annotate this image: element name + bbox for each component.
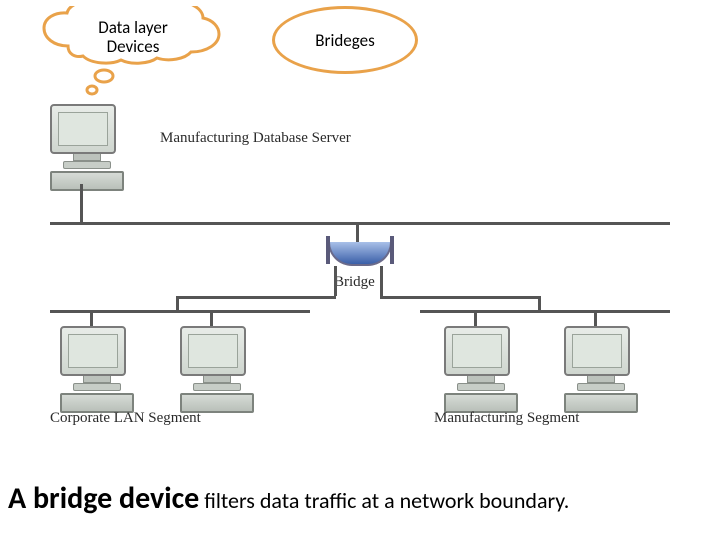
wire bbox=[210, 310, 213, 326]
oval-label: Brideges bbox=[315, 30, 374, 51]
wire bbox=[176, 296, 336, 299]
wire bbox=[176, 296, 179, 310]
pc-icon bbox=[564, 326, 638, 413]
wire bbox=[380, 266, 383, 296]
wire bbox=[334, 266, 337, 296]
callout-cloud: Data layer Devices bbox=[38, 6, 228, 76]
server-computer-icon bbox=[50, 104, 124, 191]
right-segment-label: Manufacturing Segment bbox=[434, 410, 579, 427]
callout-text: Data layer Devices bbox=[38, 18, 228, 56]
wire bbox=[80, 184, 83, 222]
caption-rest: filters data traffic at a network bounda… bbox=[199, 487, 569, 514]
upper-bus-line bbox=[50, 222, 670, 225]
wire bbox=[594, 310, 597, 326]
callout-line1: Data layer bbox=[98, 17, 168, 38]
bridge-icon bbox=[328, 242, 392, 266]
pc-icon bbox=[444, 326, 518, 413]
server-label: Manufacturing Database Server bbox=[160, 130, 351, 147]
bridge-label: Bridge bbox=[334, 274, 375, 291]
caption: A bridge device filters data traffic at … bbox=[8, 480, 712, 517]
left-bus-line bbox=[50, 310, 310, 313]
callout-line2: Devices bbox=[107, 36, 160, 57]
pc-icon bbox=[60, 326, 134, 413]
wire bbox=[356, 222, 359, 242]
wire bbox=[380, 296, 540, 299]
right-bus-line bbox=[420, 310, 670, 313]
pc-icon bbox=[180, 326, 254, 413]
title-oval: Brideges bbox=[272, 6, 418, 74]
wire bbox=[538, 296, 541, 310]
wire bbox=[90, 310, 93, 326]
left-segment-label: Corporate LAN Segment bbox=[50, 410, 201, 427]
wire bbox=[474, 310, 477, 326]
network-diagram: Manufacturing Database Server Bridge Cor… bbox=[20, 100, 700, 420]
caption-bold: A bridge device bbox=[8, 480, 199, 517]
